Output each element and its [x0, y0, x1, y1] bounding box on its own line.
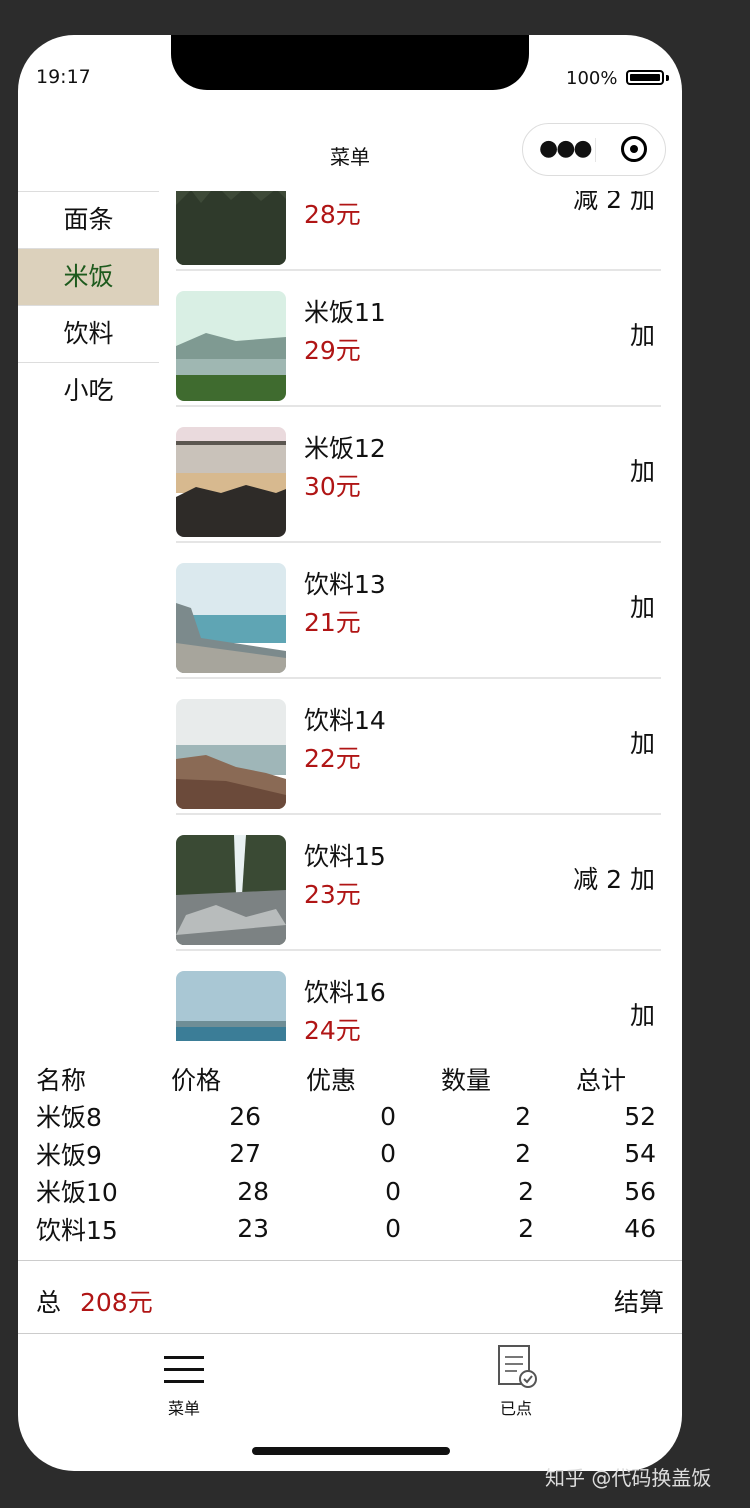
food-image [176, 427, 286, 537]
sidebar-item-noodles[interactable]: 面条 [18, 191, 159, 248]
phone-screen: 19:17 100% 菜单 ●●● 面条 米饭 饮料 小吃 28元 减2加 米饭… [18, 35, 682, 1471]
watermark: 知乎 @代码换盖饭 [545, 1466, 712, 1490]
minus-button[interactable]: 减 [573, 191, 598, 214]
menu-list[interactable]: 28元 减2加 米饭11 29元 加 米饭12 30元 加 饮料13 21元 加… [176, 191, 661, 1041]
menu-icon [163, 1343, 205, 1389]
quantity-stepper: 减2加 [565, 860, 655, 896]
minus-button[interactable]: 减 [573, 865, 598, 894]
sidebar-item-drinks[interactable]: 饮料 [18, 305, 159, 362]
order-list-icon [495, 1343, 537, 1389]
quantity-stepper: 加 [622, 996, 655, 1032]
battery-tip [666, 75, 669, 81]
menu-item: 饮料14 22元 加 [176, 679, 661, 815]
notch [171, 35, 529, 90]
menu-item: 饮料15 23元 减2加 [176, 815, 661, 951]
quantity-stepper: 减2加 [565, 191, 655, 216]
tab-menu[interactable]: 菜单 [124, 1333, 244, 1419]
table-row: 饮料15 23 0 2 46 [36, 1214, 656, 1245]
food-image [176, 971, 286, 1041]
food-image [176, 835, 286, 945]
sidebar-item-rice[interactable]: 米饭 [18, 248, 159, 305]
total-amount: 208元 [80, 1288, 153, 1317]
add-button[interactable]: 加 [630, 321, 655, 350]
quantity: 2 [606, 191, 622, 214]
add-button[interactable]: 加 [630, 865, 655, 894]
checkout-button[interactable]: 结算 [614, 1283, 664, 1319]
close-target-icon[interactable] [621, 136, 647, 162]
food-image [176, 191, 286, 265]
table-row: 米饭10 28 0 2 56 [36, 1176, 656, 1208]
battery-percent: 100% [566, 68, 618, 89]
quantity-stepper: 加 [622, 588, 655, 624]
add-button[interactable]: 加 [630, 729, 655, 758]
tab-bar: 菜单 已点 [18, 1333, 682, 1423]
menu-item: 饮料16 24元 加 [176, 951, 661, 1041]
food-image [176, 291, 286, 401]
table-row: 米饭9 27 0 2 54 [36, 1139, 656, 1170]
quantity: 2 [606, 865, 622, 894]
table-header: 名称 价格 优惠 数量 总计 [36, 1065, 627, 1095]
order-summary-table: 名称 价格 优惠 数量 总计 米饭8 26 0 2 52 米饭9 27 0 2 … [36, 1060, 656, 1248]
add-button[interactable]: 加 [630, 1001, 655, 1030]
status-time: 19:17 [36, 66, 91, 88]
menu-item: 米饭11 29元 加 [176, 271, 661, 407]
add-button[interactable]: 加 [630, 191, 655, 214]
add-button[interactable]: 加 [630, 593, 655, 622]
mini-program-capsule: ●●● [522, 123, 666, 176]
sidebar-item-snacks[interactable]: 小吃 [18, 362, 159, 419]
menu-item: 饮料13 21元 加 [176, 543, 661, 679]
more-icon[interactable]: ●●● [539, 136, 593, 161]
quantity-stepper: 加 [622, 724, 655, 760]
menu-item: 28元 减2加 [176, 191, 661, 271]
total-label: 总 [36, 1288, 62, 1317]
home-indicator [252, 1447, 450, 1455]
tab-ordered[interactable]: 已点 [456, 1333, 576, 1419]
menu-item: 米饭12 30元 加 [176, 407, 661, 543]
battery-icon [626, 70, 664, 85]
quantity-stepper: 加 [622, 316, 655, 352]
food-image [176, 563, 286, 673]
total-bar: 总 208元 结算 [18, 1260, 682, 1334]
add-button[interactable]: 加 [630, 457, 655, 486]
quantity-stepper: 加 [622, 452, 655, 488]
table-row: 米饭8 26 0 2 52 [36, 1101, 656, 1133]
category-sidebar: 面条 米饭 饮料 小吃 [18, 191, 159, 419]
food-image [176, 699, 286, 809]
